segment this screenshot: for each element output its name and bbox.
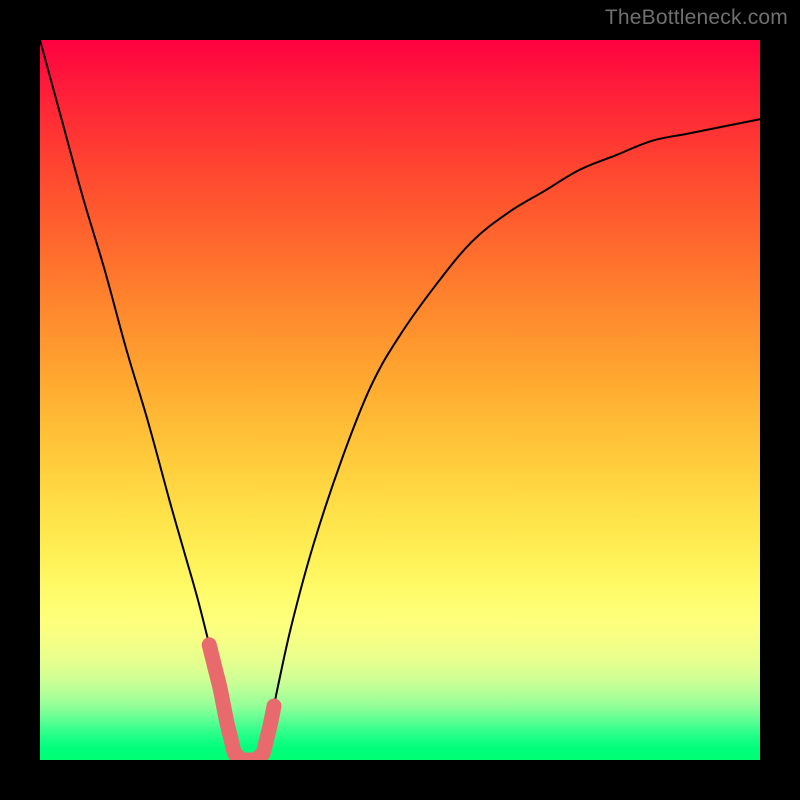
plot-area [40, 40, 760, 760]
optimal-range-marker [209, 645, 274, 760]
bottleneck-curve [40, 40, 760, 760]
chart-frame: TheBottleneck.com [0, 0, 800, 800]
curve-layer [40, 40, 760, 760]
watermark-text: TheBottleneck.com [605, 6, 788, 30]
